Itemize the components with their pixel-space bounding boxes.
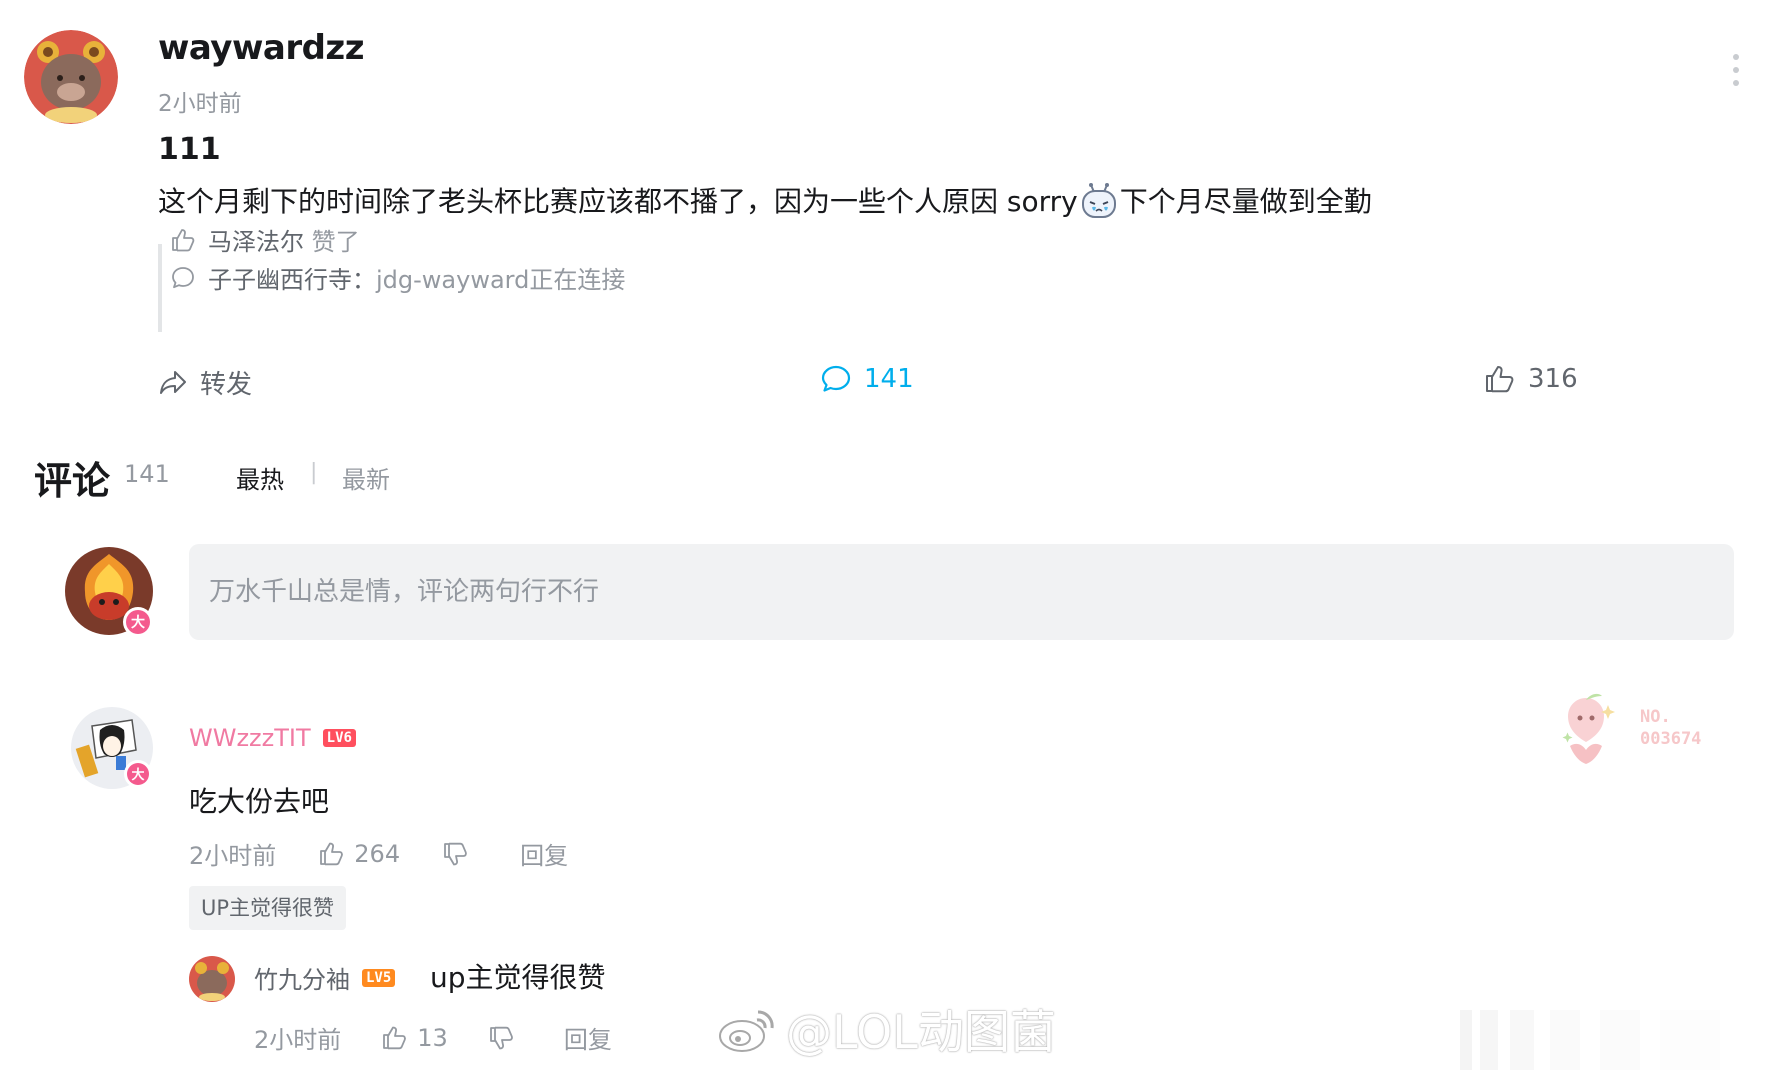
post-title: 111 <box>158 132 221 167</box>
comment-avatar[interactable]: 大 <box>70 706 154 790</box>
comment-username-row: WWzzzTIT LV6 <box>189 724 356 752</box>
comment-count: 141 <box>864 364 914 394</box>
comment-input[interactable] <box>189 544 1734 640</box>
watermark-text: @LOL动图菌 <box>786 1005 1056 1059</box>
decorative-fade-bars <box>1460 1010 1760 1070</box>
comment-time: 2小时前 <box>189 842 277 870</box>
thumbs-up-icon <box>172 228 195 251</box>
post-time: 2小时前 <box>158 91 242 117</box>
share-label: 转发 <box>200 370 253 400</box>
chat-bubble-icon <box>172 266 194 288</box>
reply-like-count: 13 <box>417 1023 448 1052</box>
comment-like-count: 264 <box>354 839 401 868</box>
reply-reply-button[interactable]: 回复 <box>564 1020 612 1055</box>
comment-button[interactable]: 141 <box>820 364 914 394</box>
activity-like-user[interactable]: 马泽法尔 <box>208 222 304 257</box>
comment-icon <box>821 365 851 392</box>
reply-username[interactable]: 竹九分袖 <box>254 960 350 995</box>
comment-meta: 2小时前 264 回复 <box>189 836 568 871</box>
weibo-logo-icon <box>719 1010 774 1052</box>
activity-like-action: 赞了 <box>311 228 360 256</box>
comment-like-button[interactable]: 264 <box>318 840 400 868</box>
like-count: 316 <box>1528 364 1578 394</box>
activity-like-row[interactable]: 马泽法尔 赞了 <box>170 222 360 257</box>
post-body-text-2: 下个月尽量做到全勤 <box>1119 185 1372 218</box>
comments-title: 评论 <box>34 459 111 503</box>
vip-badge-text: 大 <box>131 767 144 783</box>
comments-count: 141 <box>124 460 170 488</box>
vip-badge-text: 大 <box>131 614 145 631</box>
reply-content: up主觉得很赞 <box>430 961 606 994</box>
author-avatar[interactable] <box>24 30 118 124</box>
comment-dislike-button[interactable] <box>442 841 478 867</box>
like-button[interactable]: 316 <box>1484 364 1578 394</box>
share-icon <box>160 370 186 394</box>
watermark: @LOL动图菌 <box>716 996 1056 1062</box>
reply-dislike-button[interactable] <box>488 1025 524 1051</box>
activity-comment-user[interactable]: 子子幽西行寺： <box>208 260 376 295</box>
reply-username-row: 竹九分袖 LV5 <box>254 960 396 995</box>
thumbs-up-icon <box>383 1026 407 1049</box>
reply-time: 2小时前 <box>254 1026 342 1054</box>
thumbs-up-icon <box>320 842 344 865</box>
level-badge: LV5 <box>362 968 396 987</box>
sort-separator: | <box>310 460 318 485</box>
activity-comment-row[interactable]: 子子幽西行寺： jdg-wayward正在连接 <box>170 260 625 295</box>
comment-content: 吃大份去吧 <box>189 785 330 818</box>
post-body-text-1: 这个月剩下的时间除了老头杯比赛应该都不播了，因为一些个人原因 sorry <box>158 185 1078 218</box>
crying-face-emoji-icon <box>1080 181 1118 219</box>
author-name[interactable]: waywardzz <box>158 28 365 68</box>
comment-reply-button[interactable]: 回复 <box>520 836 568 871</box>
thumbs-down-icon <box>489 1026 513 1049</box>
thumbs-down-icon <box>444 842 467 865</box>
level-badge: LV6 <box>322 729 356 747</box>
my-avatar[interactable]: 大 <box>64 546 158 640</box>
reply-meta: 2小时前 13 回复 <box>254 1020 612 1055</box>
up-liked-tag: UP主觉得很赞 <box>189 886 347 930</box>
thumbs-up-icon <box>1486 366 1514 393</box>
sort-new-tab[interactable]: 最新 <box>342 460 390 495</box>
more-options-icon[interactable] <box>1728 52 1744 88</box>
reply-like-button[interactable]: 13 <box>381 1024 448 1052</box>
post-body: 这个月剩下的时间除了老头杯比赛应该都不播了，因为一些个人原因 sorry 下个月… <box>158 180 1372 220</box>
sort-hot-tab[interactable]: 最热 <box>236 460 284 495</box>
reply-avatar[interactable] <box>189 956 235 1002</box>
activity-comment-text: jdg-wayward正在连接 <box>376 266 626 294</box>
fan-badge-number: NO. 003674 <box>1640 707 1702 749</box>
share-button[interactable]: 转发 <box>158 364 252 401</box>
comment-username[interactable]: WWzzzTIT <box>189 724 311 752</box>
activity-divider <box>158 244 162 332</box>
